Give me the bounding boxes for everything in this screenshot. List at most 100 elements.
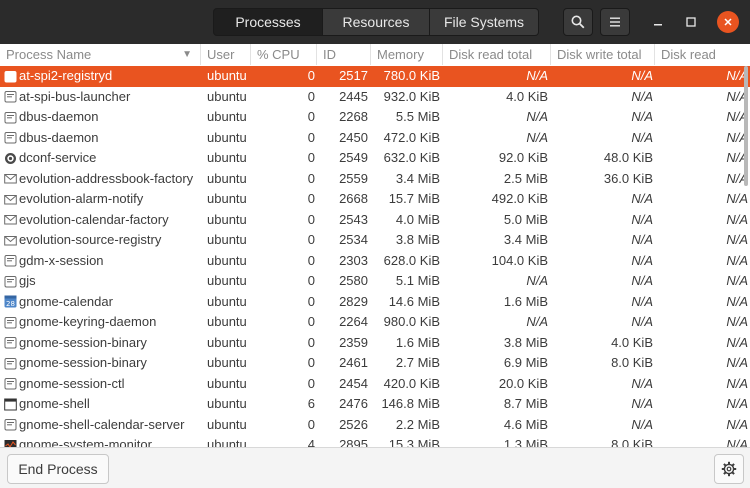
memory-cell: 3.8 MiB xyxy=(395,232,440,247)
table-row[interactable]: gnome-session-ctl ubuntu 0 2454 420.0 KiB 20.… xyxy=(0,374,750,395)
cpu-cell: 0 xyxy=(307,375,315,391)
process-name-text: gnome-shell-calendar-server xyxy=(19,416,185,432)
column-header-memory[interactable]: Memory xyxy=(371,44,443,65)
disk-write-total-cell: N/A xyxy=(631,191,653,206)
memory-cell: 628.0 KiB xyxy=(383,252,440,268)
table-row[interactable]: dbus-daemon ubuntu 0 2268 5.5 MiB N/A N/A N/A xyxy=(0,107,750,128)
table-row[interactable]: dconf-service ubuntu 0 2549 632.0 KiB 92.0 Ki… xyxy=(0,148,750,169)
process-name-cell: gnome-shell xyxy=(4,394,201,415)
cpu-cell: 0 xyxy=(307,88,315,104)
pid-cell: 2895 xyxy=(339,437,368,447)
user-cell: ubuntu xyxy=(207,150,247,165)
pid-cell: 2264 xyxy=(339,314,368,329)
table-row[interactable]: gnome-session-binary ubuntu 0 2359 1.6 MiB 3.… xyxy=(0,333,750,354)
maximize-button[interactable] xyxy=(680,11,702,33)
tab-resources[interactable]: Resources xyxy=(323,8,430,36)
column-header-disk-write-total[interactable]: Disk write total xyxy=(551,44,655,65)
column-header-label: % CPU xyxy=(257,47,300,62)
table-row[interactable]: at-spi2-registryd ubuntu 0 2517 780.0 KiB N/A… xyxy=(0,66,750,87)
user-cell: ubuntu xyxy=(207,375,247,391)
process-name-text: gnome-session-binary xyxy=(19,355,147,370)
column-header-user[interactable]: User xyxy=(201,44,251,65)
table-row[interactable]: gnome-session-binary ubuntu 0 2461 2.7 MiB 6.… xyxy=(0,353,750,374)
column-header-label: Disk write total xyxy=(557,47,642,62)
disk-write-total-cell: N/A xyxy=(631,252,653,268)
disk-read-total-cell: N/A xyxy=(526,314,548,329)
disk-write-total-cell: N/A xyxy=(631,129,653,145)
disk-read-cell: N/A xyxy=(726,334,748,350)
disk-read-cell: N/A xyxy=(726,375,748,391)
minimize-icon xyxy=(654,24,662,26)
tab-resources-label: Resources xyxy=(342,14,410,30)
table-row[interactable]: dbus-daemon ubuntu 0 2450 472.0 KiB N/A N/A N/A xyxy=(0,128,750,149)
main-menu-button[interactable] xyxy=(600,8,630,36)
disk-read-total-cell: N/A xyxy=(526,273,548,288)
pid-cell: 2517 xyxy=(339,68,368,83)
table-row[interactable]: gnome-shell-calendar-server ubuntu 0 2526 2.… xyxy=(0,415,750,436)
tab-processes[interactable]: Processes xyxy=(213,8,323,36)
process-name-cell: gnome-system-monitor xyxy=(4,435,201,447)
table-row[interactable]: evolution-addressbook-factory ubuntu 0 2559… xyxy=(0,169,750,190)
table-row[interactable]: evolution-calendar-factory ubuntu 0 2543 4.0… xyxy=(0,210,750,231)
column-header-disk-read-total[interactable]: Disk read total xyxy=(443,44,551,65)
table-row[interactable]: gnome-system-monitor ubuntu 4 2895 15.3 MiB 1… xyxy=(0,435,750,447)
table-row[interactable]: evolution-alarm-notify ubuntu 0 2668 15.7 Mi… xyxy=(0,189,750,210)
table-row[interactable]: at-spi-bus-launcher ubuntu 0 2445 932.0 KiB 4… xyxy=(0,87,750,108)
dconf-gear-icon xyxy=(4,152,17,165)
scrollbar-thumb[interactable] xyxy=(744,66,748,186)
disk-read-total-cell: N/A xyxy=(526,129,548,145)
disk-write-total-cell: 36.0 KiB xyxy=(603,170,653,186)
cpu-cell: 0 xyxy=(307,232,315,247)
process-settings-button[interactable] xyxy=(714,454,744,484)
tab-file-systems[interactable]: File Systems xyxy=(430,8,539,36)
minimize-button[interactable] xyxy=(647,11,669,33)
table-row[interactable]: 28 gnome-calendar ubuntu 0 2829 14.6 MiB 1.6 M… xyxy=(0,292,750,313)
search-button[interactable] xyxy=(563,8,593,36)
cpu-cell: 0 xyxy=(307,211,315,227)
disk-write-total-cell: N/A xyxy=(631,88,653,104)
column-header-id[interactable]: ID xyxy=(317,44,371,65)
column-header-disk-read[interactable]: Disk read xyxy=(655,44,750,65)
table-row[interactable]: gnome-shell ubuntu 6 2476 146.8 MiB 8.7 MiB N/… xyxy=(0,394,750,415)
disk-write-total-cell: N/A xyxy=(631,396,653,411)
end-process-label: End Process xyxy=(18,461,98,477)
table-row[interactable]: evolution-source-registry ubuntu 0 2534 3.8 … xyxy=(0,230,750,251)
cpu-cell: 0 xyxy=(307,293,315,309)
column-header-process-name[interactable]: Process Name ▼ xyxy=(0,44,201,65)
process-name-cell: gdm-x-session xyxy=(4,251,201,272)
process-name-cell: gnome-session-ctl xyxy=(4,374,201,395)
memory-cell: 420.0 KiB xyxy=(383,375,440,391)
process-name-text: evolution-calendar-factory xyxy=(19,211,169,227)
cpu-cell: 0 xyxy=(307,170,315,186)
user-cell: ubuntu xyxy=(207,293,247,309)
envelope-icon xyxy=(4,213,17,226)
process-name-text: gnome-shell xyxy=(19,396,90,411)
process-name-text: at-spi2-registryd xyxy=(19,68,113,83)
process-name-text: gnome-session-ctl xyxy=(19,375,125,391)
memory-cell: 632.0 KiB xyxy=(383,150,440,165)
end-process-button[interactable]: End Process xyxy=(7,454,109,484)
vertical-scrollbar[interactable] xyxy=(742,66,750,446)
memory-cell: 146.8 MiB xyxy=(381,396,440,411)
cpu-cell: 0 xyxy=(307,252,315,268)
column-header-cpu[interactable]: % CPU xyxy=(251,44,317,65)
process-name-cell: gnome-shell-calendar-server xyxy=(4,415,201,436)
process-name-text: at-spi-bus-launcher xyxy=(19,88,131,104)
generic-process-icon xyxy=(4,336,17,349)
table-row[interactable]: gjs ubuntu 0 2580 5.1 MiB N/A N/A N/A xyxy=(0,271,750,292)
disk-read-total-cell: 4.6 MiB xyxy=(503,416,548,432)
pid-cell: 2829 xyxy=(339,293,368,309)
table-row[interactable]: gnome-keyring-daemon ubuntu 0 2264 980.0 KiB… xyxy=(0,312,750,333)
close-button[interactable] xyxy=(717,11,739,33)
generic-process-icon xyxy=(4,418,17,431)
cpu-cell: 4 xyxy=(307,437,315,447)
user-cell: ubuntu xyxy=(207,416,247,432)
disk-write-total-cell: 48.0 KiB xyxy=(603,150,653,165)
user-cell: ubuntu xyxy=(207,211,247,227)
cpu-cell: 0 xyxy=(307,109,315,124)
process-name-cell: evolution-source-registry xyxy=(4,230,201,251)
view-switcher: Processes Resources File Systems xyxy=(213,8,539,36)
disk-write-total-cell: N/A xyxy=(631,109,653,124)
table-row[interactable]: gdm-x-session ubuntu 0 2303 628.0 KiB 104.0 K… xyxy=(0,251,750,272)
pid-cell: 2668 xyxy=(339,191,368,206)
